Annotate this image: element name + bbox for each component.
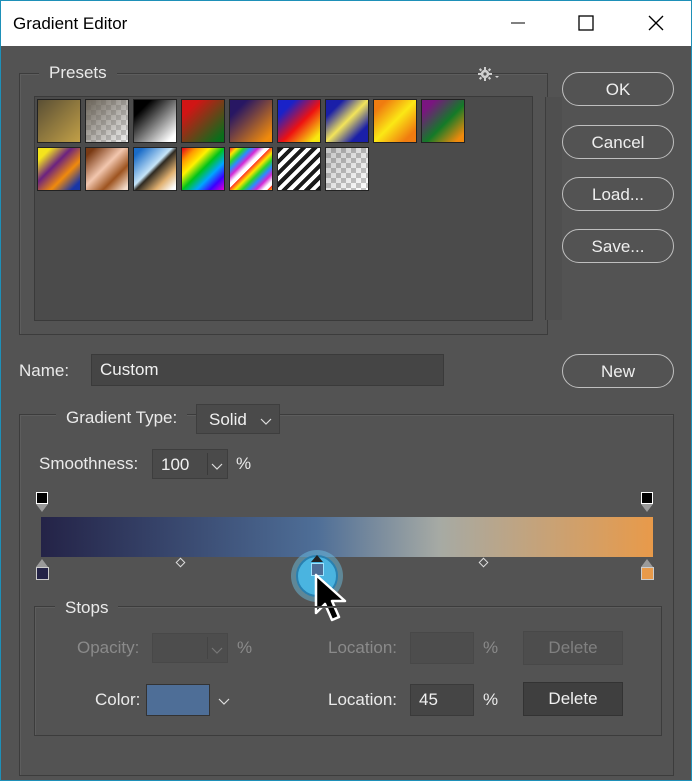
selected-stop-pointer bbox=[311, 555, 323, 562]
preset-swatch-foreground-to-background[interactable] bbox=[37, 99, 81, 143]
cancel-button[interactable]: Cancel bbox=[562, 125, 674, 159]
opacity-location-label: Location: bbox=[328, 638, 397, 657]
gradient-type-dropdown[interactable]: Solid bbox=[196, 404, 280, 434]
opacity-location-input[interactable] bbox=[410, 632, 474, 664]
maximize-icon bbox=[578, 15, 594, 31]
opacity-stop-left[interactable] bbox=[36, 492, 48, 504]
maximize-button[interactable] bbox=[563, 5, 609, 41]
presets-label: Presets bbox=[39, 63, 117, 83]
preset-swatch-orange-yellow-orange[interactable] bbox=[373, 99, 417, 143]
minimize-icon bbox=[511, 22, 525, 24]
smoothness-field[interactable]: 100 bbox=[152, 449, 228, 479]
load-button[interactable]: Load... bbox=[562, 177, 674, 211]
color-location-input[interactable]: 45 bbox=[410, 684, 474, 716]
smoothness-divider bbox=[207, 453, 208, 475]
preset-swatch-spectrum[interactable] bbox=[181, 147, 225, 191]
opacity-field[interactable] bbox=[152, 633, 228, 663]
chevron-down-icon bbox=[211, 463, 223, 470]
color-label: Color: bbox=[95, 690, 141, 709]
preset-swatch-neutral-density[interactable] bbox=[325, 147, 369, 191]
chevron-down-icon bbox=[211, 647, 223, 654]
stops-group bbox=[34, 606, 662, 736]
dialog-content: Presets OK Cancel Load... Save... New Na… bbox=[1, 46, 691, 780]
new-button[interactable]: New bbox=[562, 354, 674, 388]
minimize-button[interactable] bbox=[495, 5, 541, 41]
color-stop-right-pointer bbox=[641, 559, 653, 567]
preset-swatch-blue-yellow-blue[interactable] bbox=[325, 99, 369, 143]
gear-icon[interactable] bbox=[477, 65, 503, 83]
preset-swatch-chrome[interactable] bbox=[133, 147, 177, 191]
preset-swatch-violet-orange[interactable] bbox=[229, 99, 273, 143]
preset-swatch-transparent-stripes[interactable] bbox=[277, 147, 321, 191]
preset-swatch-yellow-violet-orange-blue[interactable] bbox=[37, 147, 81, 191]
opacity-stop-right-pointer bbox=[641, 504, 653, 512]
preset-swatch-violet-green-orange[interactable] bbox=[421, 99, 465, 143]
presets-list bbox=[34, 96, 562, 321]
opacity-label: Opacity: bbox=[77, 638, 140, 657]
gradient-editor-window: Gradient Editor Presets OK Cancel Load..… bbox=[0, 0, 692, 781]
color-stop-left-pointer bbox=[36, 559, 48, 567]
preset-swatch-transparent-rainbow[interactable] bbox=[229, 147, 273, 191]
opacity-divider bbox=[207, 637, 208, 659]
preset-swatch-black-white[interactable] bbox=[133, 99, 177, 143]
save-button[interactable]: Save... bbox=[562, 229, 674, 263]
opacity-location-percent: % bbox=[483, 638, 499, 657]
close-icon bbox=[648, 15, 664, 31]
preset-swatch-red-green[interactable] bbox=[181, 99, 225, 143]
title-bar: Gradient Editor bbox=[1, 1, 691, 46]
color-location-label: Location: bbox=[328, 690, 397, 709]
gradient-type-label: Gradient Type: bbox=[56, 408, 188, 428]
color-location-percent: % bbox=[483, 690, 499, 709]
opacity-stop-right[interactable] bbox=[641, 492, 653, 504]
color-stop-right[interactable] bbox=[641, 567, 654, 580]
preset-swatch-foreground-to-transparent[interactable] bbox=[85, 99, 129, 143]
window-title: Gradient Editor bbox=[13, 14, 128, 33]
gradient-type-value: Solid bbox=[209, 410, 247, 429]
smoothness-percent: % bbox=[236, 454, 252, 473]
color-stop-left[interactable] bbox=[36, 567, 49, 580]
chevron-down-icon[interactable] bbox=[217, 694, 231, 708]
stop-color-swatch[interactable] bbox=[146, 684, 210, 716]
smoothness-label: Smoothness: bbox=[39, 454, 139, 473]
name-input[interactable]: Custom bbox=[91, 354, 444, 386]
ok-button[interactable]: OK bbox=[562, 72, 674, 106]
color-delete-button[interactable]: Delete bbox=[523, 682, 623, 716]
presets-scrollbar[interactable] bbox=[545, 97, 562, 320]
smoothness-value: 100 bbox=[161, 455, 190, 474]
name-label: Name: bbox=[19, 361, 70, 380]
close-button[interactable] bbox=[633, 5, 679, 41]
preset-swatch-copper[interactable] bbox=[85, 147, 129, 191]
preset-swatch-blue-red-yellow[interactable] bbox=[277, 99, 321, 143]
stops-label: Stops bbox=[55, 598, 119, 618]
opacity-delete-button[interactable]: Delete bbox=[523, 631, 623, 665]
opacity-stop-left-pointer bbox=[36, 504, 48, 512]
gradient-preview-bar[interactable] bbox=[41, 517, 653, 557]
chevron-down-icon bbox=[260, 418, 272, 425]
opacity-percent: % bbox=[237, 638, 253, 657]
